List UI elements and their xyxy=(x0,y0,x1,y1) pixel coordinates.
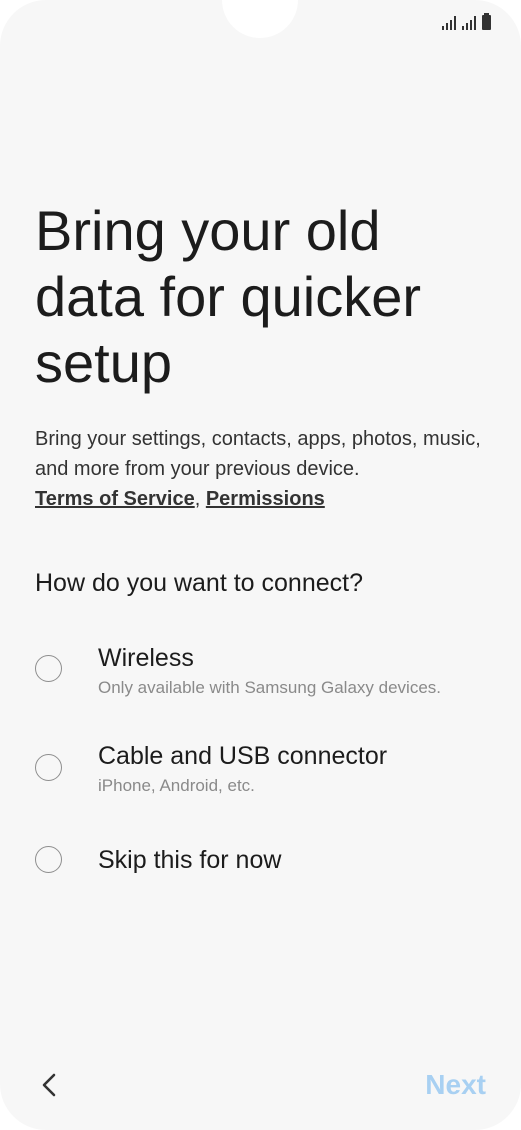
description-text: Bring your settings, contacts, apps, pho… xyxy=(35,428,481,480)
signal-icon xyxy=(442,16,456,30)
option-sublabel: Only available with Samsung Galaxy devic… xyxy=(98,678,441,697)
status-bar xyxy=(442,10,491,30)
radio-button[interactable] xyxy=(35,754,62,781)
battery-icon xyxy=(482,13,491,30)
permissions-link[interactable]: Permissions xyxy=(206,488,325,510)
connect-question: How do you want to connect? xyxy=(35,569,363,597)
option-skip[interactable]: Skip this for now xyxy=(0,842,521,882)
link-separator: , xyxy=(194,488,201,510)
option-label: Skip this for now xyxy=(98,846,282,874)
chevron-left-icon[interactable] xyxy=(36,1068,66,1102)
radio-button[interactable] xyxy=(35,846,62,873)
terms-of-service-link[interactable]: Terms of Service xyxy=(35,488,195,510)
next-button[interactable]: Next xyxy=(425,1066,486,1104)
option-cable-usb[interactable]: Cable and USB connector iPhone, Android,… xyxy=(0,738,521,808)
option-label: Wireless xyxy=(98,644,194,672)
radio-button[interactable] xyxy=(35,655,62,682)
page-description: Bring your settings, contacts, apps, pho… xyxy=(35,424,495,514)
option-label: Cable and USB connector xyxy=(98,742,388,770)
setup-screen: Bring your old data for quicker setup Br… xyxy=(0,0,521,1130)
signal-icon xyxy=(462,16,476,30)
option-sublabel: iPhone, Android, etc. xyxy=(98,776,255,795)
page-title: Bring your old data for quicker setup xyxy=(35,199,421,394)
option-wireless[interactable]: Wireless Only available with Samsung Gal… xyxy=(0,640,521,710)
camera-notch xyxy=(222,0,298,38)
